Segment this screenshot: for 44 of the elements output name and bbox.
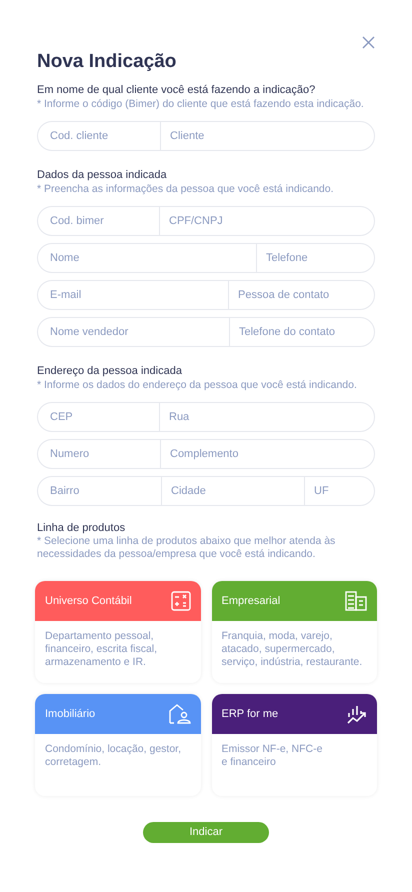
input-field[interactable]: Cliente xyxy=(160,121,375,151)
product-card[interactable]: Imobiliário Condomínio, locação, gestor, corretagem. xyxy=(35,694,200,796)
card-title: Imobiliário xyxy=(45,706,96,722)
house-person-icon xyxy=(168,704,190,724)
input-field[interactable]: Numero xyxy=(37,439,160,469)
input-field[interactable]: CEP xyxy=(37,402,159,432)
dialog-title: Nova Indicação xyxy=(37,50,178,74)
card-description: Condomínio, locação, gestor, corretagem. xyxy=(44,742,182,769)
input-field[interactable]: Pessoa de contato xyxy=(228,280,375,310)
input-field[interactable]: Rua xyxy=(159,402,375,432)
input-field[interactable]: E-mail xyxy=(37,280,228,310)
product-card[interactable]: Universo Contábil Departamento pessoal, financeiro, escrita fiscal, armazenamento e IR. xyxy=(35,581,200,683)
section-hint: * Informe o código (Bimer) do cliente que está fazendo esta indicação. xyxy=(37,97,365,111)
building-icon xyxy=(345,591,367,611)
card-description: Franquia, moda, varejo, atacado, supermercado, serviço, indústria, restaurante. xyxy=(220,629,364,669)
input-field[interactable]: Complemento xyxy=(160,439,375,469)
section-heading: Linha de produtos xyxy=(37,521,126,535)
card-title: Empresarial xyxy=(222,594,280,609)
product-card[interactable]: ERP for me Emissor NF-e, NFC-e e financeiro xyxy=(212,694,377,796)
chart-icon xyxy=(347,704,367,724)
section-heading: Dados da pessoa indicada xyxy=(37,168,168,182)
card-title: Universo Contábil xyxy=(45,594,132,609)
input-field[interactable]: Telefone do contato xyxy=(229,317,375,347)
input-field[interactable]: Cod. cliente xyxy=(37,121,160,151)
input-field[interactable]: Telefone xyxy=(256,243,375,273)
section-heading: Em nome de qual cliente você está fazendo a indicação? xyxy=(37,83,316,97)
input-field[interactable]: Nome vendedor xyxy=(37,317,229,347)
calculator-icon xyxy=(170,591,190,611)
section-hint: * Preencha as informações da pessoa que você está indicando. xyxy=(37,182,335,196)
input-field[interactable]: Bairro xyxy=(37,476,161,506)
section-hint: * Selecione uma linha de produtos abaixo que melhor atenda às necessidades da pessoa/empresa que você está indicando. xyxy=(37,535,336,561)
section-hint: * Informe os dados do endereço da pessoa que você está indicando. xyxy=(37,378,358,392)
section-heading: Endereço da pessoa indicada xyxy=(37,364,183,378)
card-description: Departamento pessoal, financeiro, escrita fiscal, armazenamento e IR. xyxy=(44,629,158,669)
input-field[interactable]: CPF/CNPJ xyxy=(159,206,375,236)
card-title: ERP for me xyxy=(222,706,278,722)
input-field[interactable]: UF xyxy=(304,476,375,506)
product-card[interactable]: Empresarial Franquia, moda, varejo, atacado, supermercado, serviço, indústria, restaurante. xyxy=(212,581,377,683)
close-icon[interactable] xyxy=(362,36,375,49)
input-field[interactable]: Nome xyxy=(37,243,256,273)
submit-button[interactable]: Indicar xyxy=(143,822,269,843)
input-field[interactable]: Cod. bimer xyxy=(37,206,159,236)
input-field[interactable]: Cidade xyxy=(161,476,304,506)
card-description: Emissor NF-e, NFC-e e financeiro xyxy=(220,742,324,769)
